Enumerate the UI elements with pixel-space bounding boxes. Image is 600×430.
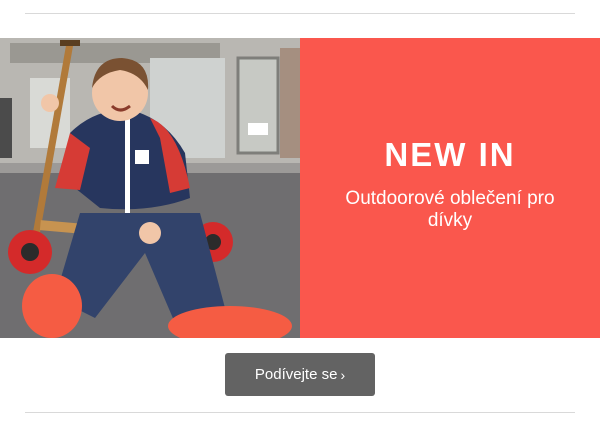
- chevron-right-icon: ›: [340, 366, 346, 383]
- top-divider: [25, 13, 575, 14]
- view-button[interactable]: Podívejte se ›: [225, 353, 375, 396]
- promo-banner[interactable]: NEW IN Outdoorové oblečení pro dívky: [0, 38, 600, 338]
- promo-panel[interactable]: NEW IN Outdoorové oblečení pro dívky: [300, 38, 600, 338]
- promo-photo[interactable]: [0, 38, 300, 338]
- bottom-divider: [25, 412, 575, 413]
- promo-subtitle: Outdoorové oblečení pro dívky: [345, 188, 555, 231]
- promo-title: NEW IN: [384, 136, 516, 173]
- view-button-label: Podívejte se: [254, 366, 338, 383]
